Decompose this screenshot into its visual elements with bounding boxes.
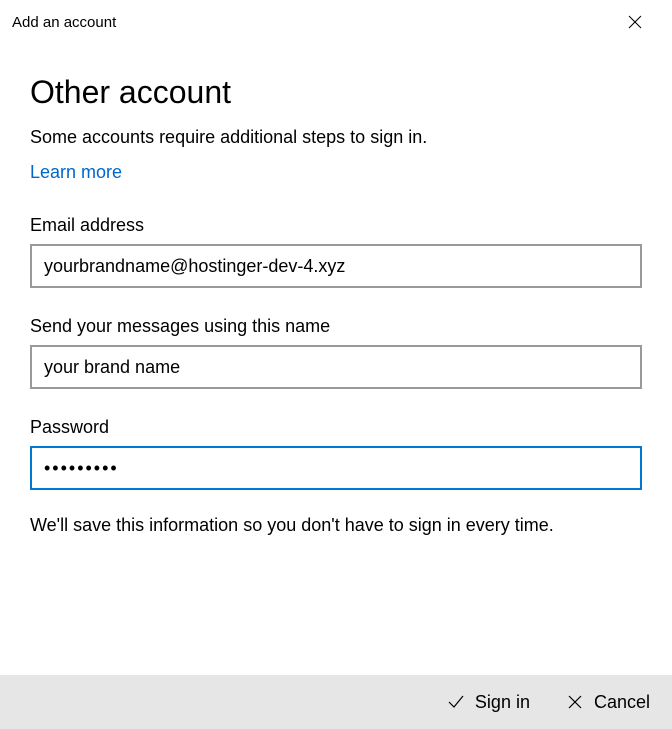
signin-button[interactable]: Sign in xyxy=(447,692,530,713)
name-label: Send your messages using this name xyxy=(30,316,642,337)
save-note: We'll save this information so you don't… xyxy=(30,512,642,539)
cancel-icon xyxy=(566,693,584,711)
content-area: Other account Some accounts require addi… xyxy=(0,44,672,675)
check-icon xyxy=(447,693,465,711)
password-label: Password xyxy=(30,417,642,438)
close-icon xyxy=(628,15,642,29)
titlebar: Add an account xyxy=(0,0,672,44)
footer-bar: Sign in Cancel xyxy=(0,675,672,729)
window-title: Add an account xyxy=(12,14,116,31)
cancel-label: Cancel xyxy=(594,692,650,713)
name-field[interactable] xyxy=(30,345,642,389)
signin-label: Sign in xyxy=(475,692,530,713)
close-button[interactable] xyxy=(616,6,654,38)
subtext: Some accounts require additional steps t… xyxy=(30,127,642,148)
learn-more-link[interactable]: Learn more xyxy=(30,162,122,183)
password-field[interactable] xyxy=(30,446,642,490)
page-title: Other account xyxy=(30,74,642,111)
cancel-button[interactable]: Cancel xyxy=(566,692,650,713)
email-field[interactable] xyxy=(30,244,642,288)
email-label: Email address xyxy=(30,215,642,236)
